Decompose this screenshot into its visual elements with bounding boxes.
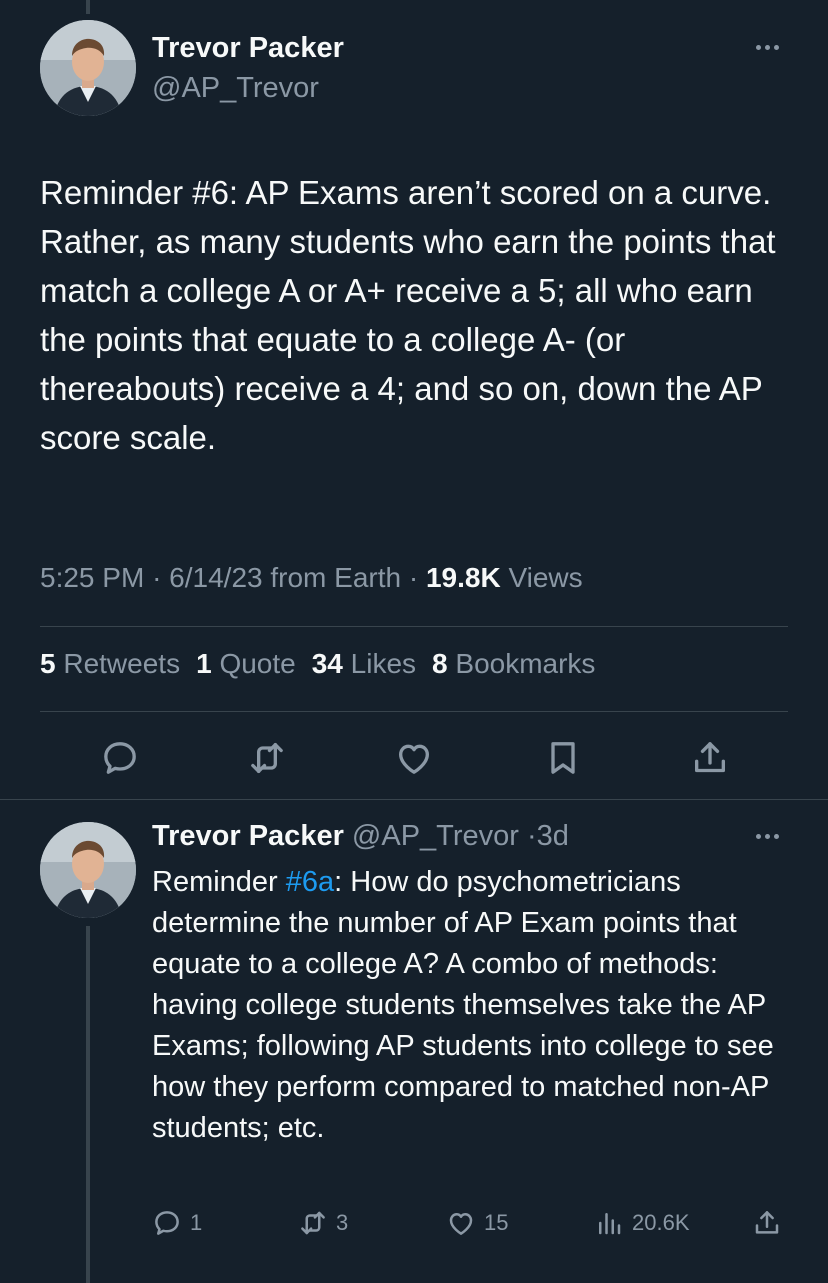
more-options-icon[interactable] [756, 45, 779, 50]
tweet-date[interactable]: 6/14/23 [169, 562, 262, 593]
tweet-time[interactable]: 5:25 PM [40, 562, 144, 593]
quotes-label: Quote [219, 648, 296, 679]
retweets-stat[interactable]: 5 Retweets [40, 648, 180, 680]
reply-share-button[interactable] [752, 1208, 782, 1238]
likes-stat[interactable]: 34 Likes [312, 648, 416, 680]
hashtag-link[interactable]: #6a [286, 866, 334, 898]
quotes-count: 1 [196, 648, 212, 679]
separator: · [152, 562, 170, 593]
reply-icon [155, 1211, 179, 1235]
reply-icon[interactable] [100, 738, 140, 778]
bookmarks-label: Bookmarks [455, 648, 596, 679]
bookmarks-count: 8 [432, 648, 448, 679]
thread-line [86, 0, 90, 14]
like-count: 15 [484, 1210, 509, 1235]
analytics-icon [599, 1213, 621, 1235]
share-icon [755, 1211, 779, 1234]
retweet-count: 3 [336, 1210, 349, 1235]
reply-more-options-icon[interactable] [756, 834, 779, 839]
reply-avatar[interactable] [40, 822, 136, 918]
avatar[interactable] [40, 20, 136, 116]
quotes-stat[interactable]: 1 Quote [196, 648, 296, 680]
reply-author-handle[interactable]: @AP_Trevor [352, 820, 519, 852]
author-handle[interactable]: @AP_Trevor [152, 72, 319, 105]
reply-text: Reminder #6a: How do psychometricians de… [152, 862, 792, 1149]
reply-count: 1 [190, 1210, 203, 1235]
retweet-icon [301, 1211, 325, 1235]
tweet-stats: 5 Retweets 1 Quote 34 Likes 8 Bookmarks [40, 648, 595, 680]
reply-like-button[interactable]: 15 [446, 1208, 508, 1238]
like-icon [449, 1213, 473, 1235]
reply-text-start: Reminder [152, 866, 286, 898]
retweet-icon[interactable] [247, 738, 287, 778]
retweets-label: Retweets [63, 648, 181, 679]
divider [40, 711, 788, 712]
bookmarks-stat[interactable]: 8 Bookmarks [432, 648, 595, 680]
reply-text-rest: : How do psychometricians determine the … [152, 866, 774, 1144]
thread-line [86, 926, 90, 1283]
like-icon[interactable] [394, 738, 434, 778]
reply-age[interactable]: 3d [537, 820, 569, 852]
reply-author-name[interactable]: Trevor Packer [152, 820, 344, 852]
tweet-source: from Earth [270, 562, 402, 593]
view-count: 20.6K [632, 1210, 690, 1235]
bookmark-icon[interactable] [543, 738, 583, 778]
likes-count: 34 [311, 648, 343, 679]
tweet-meta: 5:25 PM · 6/14/23 from Earth · 19.8K Vie… [40, 562, 583, 594]
avatar-photo [40, 20, 136, 116]
separator: · [408, 562, 426, 593]
tweet-text: Reminder #6: AP Exams aren’t scored on a… [40, 174, 776, 456]
separator: · [526, 820, 537, 852]
reply-header: Trevor Packer @AP_Trevor ·3d [152, 820, 569, 853]
reply-views-button[interactable]: 20.6K [594, 1208, 690, 1238]
reply-reply-button[interactable]: 1 [152, 1208, 202, 1238]
likes-label: Likes [350, 648, 417, 679]
retweets-count: 5 [40, 648, 56, 679]
author-name[interactable]: Trevor Packer [152, 32, 344, 65]
views-count: 19.8K [425, 562, 501, 593]
reply-retweet-button[interactable]: 3 [298, 1208, 348, 1238]
avatar-photo [40, 822, 136, 918]
share-icon[interactable] [690, 738, 730, 778]
divider [40, 626, 788, 627]
tweet-separator [0, 799, 828, 800]
tweet-thread: Trevor Packer @AP_Trevor Reminder #6: AP… [0, 0, 828, 1283]
views-label: Views [508, 562, 583, 593]
